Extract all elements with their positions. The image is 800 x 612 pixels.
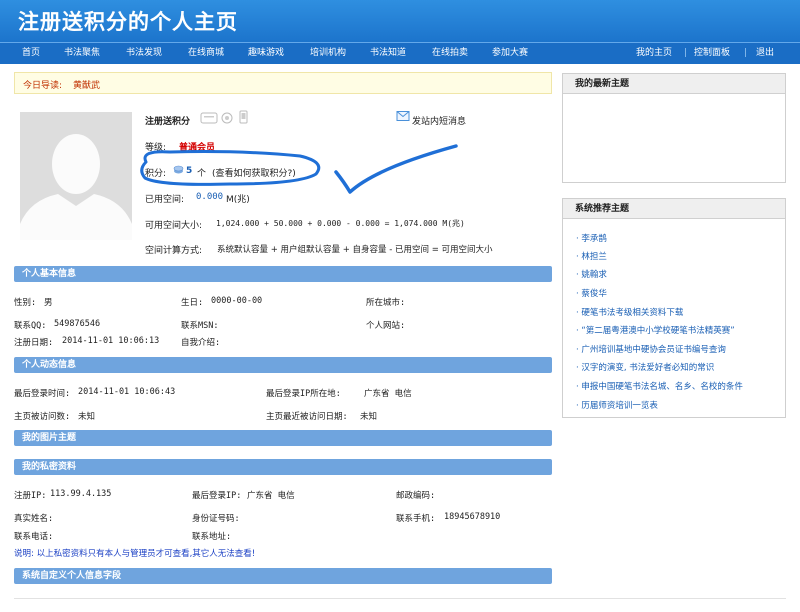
nav-item-auction[interactable]: 在线拍卖 xyxy=(432,43,468,64)
recommended-item[interactable]: · 蔡俊华 xyxy=(576,287,607,299)
message-envelope-icon[interactable] xyxy=(396,110,410,125)
level-value: 普通会员 xyxy=(179,143,216,153)
mobile-value: 18945678910 xyxy=(444,512,501,522)
avatar xyxy=(20,112,132,240)
id-number-label: 身份证号码: xyxy=(192,514,240,524)
space-formula-label: 空间计算方式: xyxy=(145,246,203,256)
nav-item-training[interactable]: 培训机构 xyxy=(310,43,346,64)
daily-notice: 今日导读: 黄猷武 xyxy=(14,72,552,94)
last-visit-label: 主页最近被访问日期: xyxy=(266,412,348,422)
real-name-label: 真实姓名: xyxy=(14,514,54,524)
register-date-label: 注册日期: xyxy=(14,338,54,348)
mobile-label: 联系手机: xyxy=(396,514,436,524)
last-login-ip-value: 广东省 电信 xyxy=(247,491,295,501)
last-login-ip-label: 最后登录IP: xyxy=(192,491,242,501)
latest-topics-title: 我的最新主题 xyxy=(563,74,785,94)
msn-label: 联系MSN: xyxy=(181,321,219,331)
privacy-note: 说明: 以上私密资料只有本人与管理员才可查看,其它人无法查看! xyxy=(14,549,256,559)
footer-divider xyxy=(14,598,786,599)
notice-link[interactable]: 黄猷武 xyxy=(73,78,100,91)
nav-item-contest[interactable]: 参加大赛 xyxy=(492,43,528,64)
page-title: 注册送积分的个人主页 xyxy=(18,9,238,34)
latest-topics-panel: 我的最新主题 xyxy=(562,73,786,183)
zip-code-label: 邮政编码: xyxy=(396,491,436,501)
used-space-unit: M(兆) xyxy=(226,195,250,205)
last-ip-location-label: 最后登录IP所在地: xyxy=(266,389,341,399)
last-login-value: 2014-11-01 10:06:43 xyxy=(78,387,176,397)
gender-value: 男 xyxy=(44,298,53,308)
nav-item-discover[interactable]: 书法发现 xyxy=(126,43,162,64)
points-label: 积分: xyxy=(145,169,167,179)
used-space-label: 已用空间: xyxy=(145,195,185,205)
available-space-value: 1,024.000 + 50.000 + 0.000 - 0.000 = 1,0… xyxy=(216,219,465,228)
recommended-item[interactable]: · 申报中国硬笔书法名城、名乡、名校的条件 xyxy=(576,380,743,392)
phone-label: 联系电话: xyxy=(14,532,54,542)
section-header-pictures: 我的图片主题 xyxy=(14,430,552,446)
nav-item-control-panel[interactable]: 控制面板 xyxy=(694,43,730,64)
available-space-label: 可用空间大小: xyxy=(145,221,203,231)
used-space-value: 0.000 xyxy=(196,192,224,202)
avatar-placeholder-icon xyxy=(20,134,132,240)
nav-item-logout[interactable]: 退出 xyxy=(756,43,774,64)
banner: 注册送积分的个人主页 xyxy=(0,0,800,42)
recommended-item[interactable]: · 历届师资培训一览表 xyxy=(576,399,658,411)
email-icon xyxy=(221,112,233,124)
section-header-custom-fields: 系统自定义个人信息字段 xyxy=(14,568,552,584)
nav-separator: | xyxy=(684,48,688,58)
coin-icon xyxy=(173,164,184,178)
points-unit: 个 xyxy=(197,169,207,179)
nav-item-my-home[interactable]: 我的主页 xyxy=(636,43,672,64)
last-visit-value: 未知 xyxy=(360,412,378,422)
city-label: 所在城市: xyxy=(366,298,406,308)
address-label: 联系地址: xyxy=(192,532,232,542)
offline-chat-icon xyxy=(200,112,218,124)
recommended-item[interactable]: · 姚翰求 xyxy=(576,268,607,280)
recommended-item[interactable]: · 硬笔书法考级相关资料下载 xyxy=(576,306,683,318)
last-ip-location-value: 广东省 电信 xyxy=(364,389,412,399)
mobile-phone-icon xyxy=(239,110,248,124)
annotation-checkmark xyxy=(334,144,458,194)
register-date-value: 2014-11-01 10:06:13 xyxy=(62,336,160,346)
main-nav: 首页 书法聚焦 书法发现 在线商城 趣味游戏 培训机构 书法知道 在线拍卖 参加… xyxy=(0,42,800,64)
recommended-topics-title: 系统推荐主题 xyxy=(563,199,785,219)
section-header-activity: 个人动态信息 xyxy=(14,357,552,373)
profile-username: 注册送积分 xyxy=(145,117,191,127)
nav-item-mall[interactable]: 在线商城 xyxy=(188,43,224,64)
gender-label: 性别: xyxy=(14,298,37,308)
birthday-value: 0000-00-00 xyxy=(211,296,263,306)
send-message-link[interactable]: 发站内短消息 xyxy=(412,114,466,127)
qq-value: 549876546 xyxy=(54,319,101,329)
recommended-item[interactable]: · 林担兰 xyxy=(576,250,607,262)
nav-item-games[interactable]: 趣味游戏 xyxy=(248,43,284,64)
profile-status-icons xyxy=(200,110,256,127)
points-help-link[interactable]: (查看如何获取积分?) xyxy=(212,166,296,179)
points-value: 5 xyxy=(186,166,193,176)
section-header-private: 我的私密资料 xyxy=(14,459,552,475)
recommended-item[interactable]: · “第二届粤港澳中小学校硬笔书法精英赛” xyxy=(576,324,735,336)
recommended-item[interactable]: · 广州培训基地中硬协会员证书编号查询 xyxy=(576,343,726,355)
qq-label: 联系QQ: xyxy=(14,321,47,331)
birthday-label: 生日: xyxy=(181,298,204,308)
visit-count-value: 未知 xyxy=(78,412,96,422)
nav-item-home[interactable]: 首页 xyxy=(22,43,40,64)
visit-count-label: 主页被访问数: xyxy=(14,412,71,422)
intro-label: 自我介绍: xyxy=(181,338,221,348)
nav-item-knowledge[interactable]: 书法知道 xyxy=(370,43,406,64)
section-header-basic-info: 个人基本信息 xyxy=(14,266,552,282)
nav-item-focus[interactable]: 书法聚焦 xyxy=(64,43,100,64)
recommended-item[interactable]: · 李承鹊 xyxy=(576,232,607,244)
recommended-item[interactable]: · 汉字的演变, 书法爱好者必知的常识 xyxy=(576,361,714,373)
register-ip-value: 113.99.4.135 xyxy=(50,489,112,499)
notice-label: 今日导读: xyxy=(23,81,63,91)
website-label: 个人网站: xyxy=(366,321,406,331)
last-login-label: 最后登录时间: xyxy=(14,389,71,399)
level-label: 等级: xyxy=(145,143,167,153)
top-header: 注册送积分的个人主页 首页 书法聚焦 书法发现 在线商城 趣味游戏 培训机构 书… xyxy=(0,0,800,64)
nav-separator: | xyxy=(744,48,748,58)
space-formula-value: 系统默认容量 + 用户组默认容量 + 自身容量 - 已用空间 = 可用空间大小 xyxy=(217,245,493,255)
register-ip-label: 注册IP: xyxy=(14,491,47,501)
